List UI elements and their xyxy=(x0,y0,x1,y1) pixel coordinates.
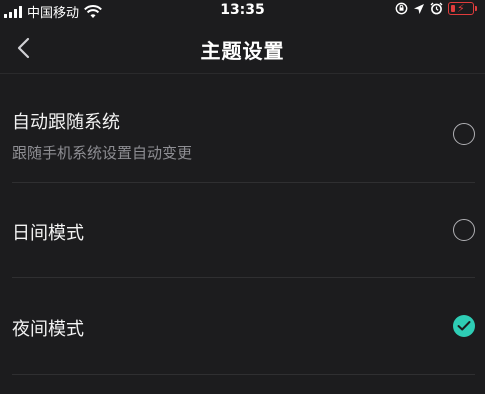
orientation-lock-icon xyxy=(395,2,408,15)
checkmark-icon xyxy=(457,321,471,331)
status-right: ⚡ xyxy=(395,2,477,15)
radio-button[interactable] xyxy=(453,219,475,241)
option-follow-system[interactable]: 自动跟随系统 跟随手机系统设置自动变更 xyxy=(0,96,485,182)
option-day-mode[interactable]: 日间模式 xyxy=(0,183,485,277)
divider xyxy=(12,374,475,375)
radio-button[interactable] xyxy=(453,123,475,145)
radio-button-checked[interactable] xyxy=(453,315,475,337)
page-title: 主题设置 xyxy=(200,39,285,63)
location-icon xyxy=(414,3,424,14)
option-night-mode[interactable]: 夜间模式 xyxy=(0,278,485,374)
option-title: 自动跟随系统 xyxy=(12,112,120,133)
battery-icon: ⚡ xyxy=(448,2,477,15)
option-title: 日间模式 xyxy=(12,223,84,244)
alarm-icon xyxy=(430,2,443,15)
nav-bar: 主题设置 xyxy=(0,22,485,74)
option-subtitle: 跟随手机系统设置自动变更 xyxy=(12,144,193,162)
status-bar: 中国移动 13:35 ⚡ xyxy=(0,0,485,21)
option-title: 夜间模式 xyxy=(12,319,84,340)
